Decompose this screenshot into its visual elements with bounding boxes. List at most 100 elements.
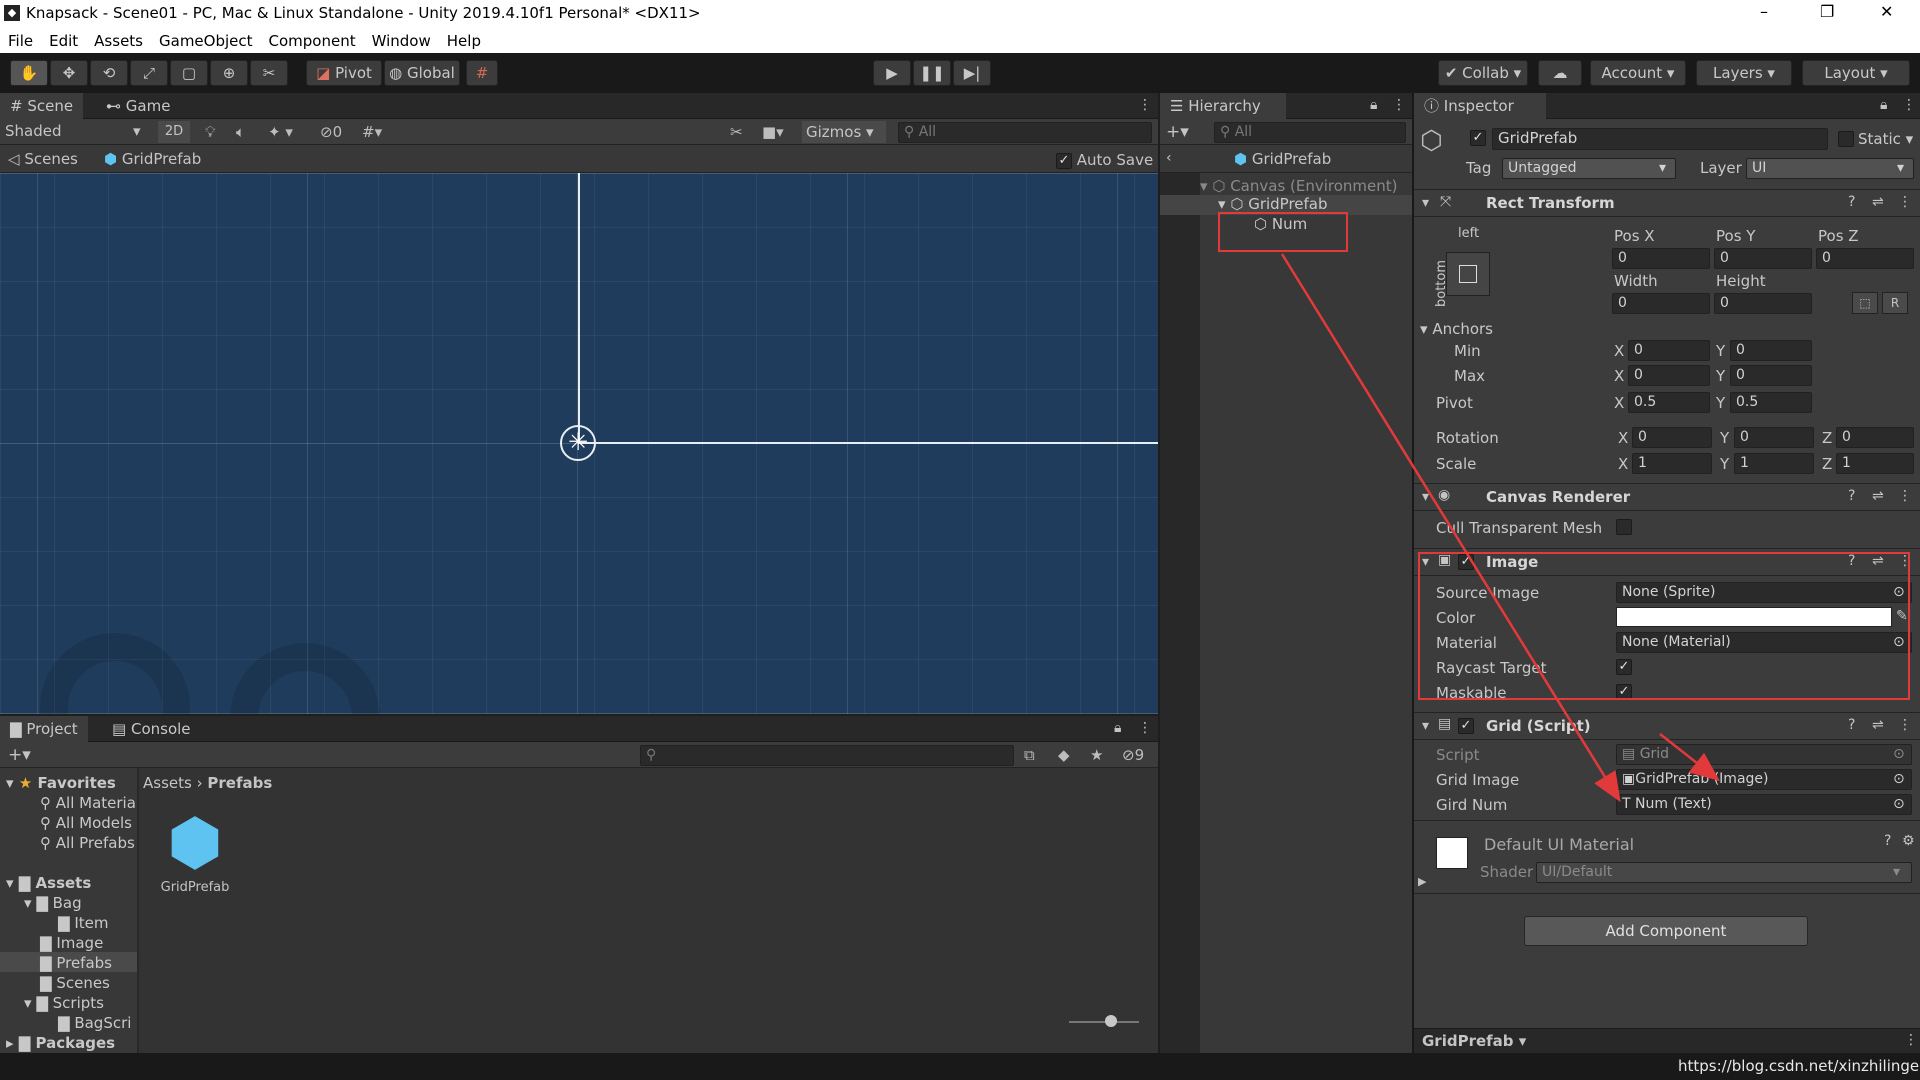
scene-search-input[interactable]: ⚲ All (898, 122, 1152, 143)
presets-icon[interactable]: ⇌ (1872, 717, 1884, 733)
breadcrumb-assets[interactable]: Assets (143, 774, 192, 792)
rotate-tool-icon[interactable]: ⟲ (90, 60, 128, 86)
more-options-icon[interactable]: ⋮ (1904, 1032, 1918, 1048)
breadcrumb-prefabs[interactable]: Prefabs (207, 774, 272, 792)
folder-item[interactable]: ▾ ▇ Scripts (24, 994, 104, 1012)
grid-enabled-checkbox[interactable]: ✓ (1458, 718, 1474, 734)
create-plus-icon[interactable]: +▾ (8, 745, 31, 765)
layers-dropdown[interactable]: Layers ▾ (1696, 60, 1792, 86)
tag-dropdown[interactable]: Untagged ▾ (1502, 158, 1676, 179)
hidden-packages-toggle[interactable]: ⊘9 (1122, 748, 1144, 763)
more-options-icon[interactable]: ⋮ (1898, 717, 1912, 733)
pivot-y-input[interactable]: 0.5 (1730, 392, 1812, 413)
more-options-icon[interactable]: ⋮ (1898, 488, 1912, 504)
step-button[interactable]: ▶| (953, 60, 991, 86)
more-options-icon[interactable]: ⋮ (1138, 97, 1152, 113)
grid-num-field[interactable]: T Num (Text) ⊙ (1616, 794, 1912, 815)
play-button[interactable]: ▶ (873, 60, 911, 86)
expand-arrow-icon[interactable]: ▶ (1418, 875, 1426, 888)
scale-z-input[interactable]: 1 (1836, 453, 1914, 474)
tab-console[interactable]: ▤ Console (102, 716, 201, 742)
menu-help[interactable]: Help (439, 28, 489, 50)
menu-component[interactable]: Component (261, 28, 364, 50)
scale-tool-icon[interactable]: ⤢ (130, 60, 168, 86)
effects-icon[interactable]: ✦ ▾ (268, 125, 293, 140)
menu-edit[interactable]: Edit (41, 28, 86, 50)
hierarchy-search-input[interactable]: ⚲ All (1214, 122, 1406, 143)
canvas-renderer-header[interactable]: ▾ ◉ Canvas Renderer ? ⇌ ⋮ (1414, 483, 1920, 511)
tab-scene[interactable]: # Scene (0, 93, 84, 119)
folder-item[interactable]: ▇ Scenes (40, 974, 110, 992)
help-icon[interactable]: ? (1884, 833, 1891, 849)
help-icon[interactable]: ? (1848, 194, 1855, 210)
icon-size-slider[interactable] (1069, 1015, 1139, 1027)
move-tool-icon[interactable]: ✥ (50, 60, 88, 86)
menu-file[interactable]: File (0, 28, 41, 50)
crumb-prefab[interactable]: ⬢ GridPrefab (104, 150, 201, 168)
tree-packages[interactable]: ▸ ▇ Packages (6, 1034, 115, 1052)
anchor-min-y-input[interactable]: 0 (1730, 340, 1812, 361)
auto-save-checkbox[interactable]: ✓ (1056, 152, 1072, 169)
filter-type-icon[interactable]: ⧉ (1024, 748, 1035, 763)
tab-project[interactable]: ▇ Project (0, 716, 88, 742)
presets-icon[interactable]: ⇌ (1872, 488, 1884, 504)
anchor-max-x-input[interactable]: 0 (1628, 365, 1710, 386)
anchors-foldout[interactable]: ▾ Anchors (1420, 320, 1493, 338)
transform-tool-icon[interactable]: ⊕ (210, 60, 248, 86)
help-icon[interactable]: ? (1848, 488, 1855, 504)
pivot-x-input[interactable]: 0.5 (1628, 392, 1710, 413)
pause-button[interactable]: ❚❚ (913, 60, 951, 86)
folder-item[interactable]: ▇ Item (58, 914, 108, 932)
width-input[interactable]: 0 (1612, 293, 1710, 314)
rotation-z-input[interactable]: 0 (1836, 427, 1914, 448)
raw-edit-button[interactable]: R (1882, 292, 1908, 314)
footer-object-dropdown[interactable]: GridPrefab ▾ (1422, 1032, 1526, 1050)
maximize-button[interactable]: ❐ (1820, 2, 1834, 21)
scale-x-input[interactable]: 1 (1632, 453, 1712, 474)
grid-icon[interactable]: #▾ (362, 125, 382, 140)
object-name-input[interactable]: GridPrefab (1492, 128, 1828, 150)
crumb-scenes[interactable]: ◁ Scenes (8, 150, 78, 168)
static-dropdown[interactable]: Static ▾ (1858, 130, 1913, 148)
pos-y-input[interactable]: 0 (1714, 248, 1812, 269)
add-component-button[interactable]: Add Component (1524, 916, 1808, 946)
asset-item[interactable]: ⬢ GridPrefab (153, 806, 237, 906)
close-button[interactable]: ✕ (1880, 2, 1893, 21)
lighting-icon[interactable]: 💡︎ (205, 125, 216, 140)
help-icon[interactable]: ? (1848, 717, 1855, 733)
grid-image-field[interactable]: ▣GridPrefab (Image) ⊙ (1616, 769, 1912, 790)
more-options-icon[interactable]: ⋮ (1902, 97, 1916, 113)
shading-mode-dropdown[interactable]: Shaded ▾ (5, 122, 147, 140)
static-checkbox[interactable] (1838, 131, 1854, 147)
rect-transform-header[interactable]: ▾ ⤧ Rect Transform ? ⇌ ⋮ (1414, 189, 1920, 217)
lock-icon[interactable]: 🔒︎ (1370, 97, 1377, 113)
settings-gear-icon[interactable]: ⚙ (1902, 833, 1915, 849)
object-picker-icon[interactable]: ⊙ (1893, 795, 1905, 814)
tab-game[interactable]: ⊷ Game (96, 93, 180, 119)
tools-icon[interactable]: ✂ (730, 125, 743, 140)
tree-item-gridprefab[interactable]: ▾ ⬡ GridPrefab (1218, 195, 1328, 213)
favorite-item[interactable]: ⚲ All Prefabs (40, 834, 135, 852)
height-input[interactable]: 0 (1714, 293, 1812, 314)
cull-mesh-checkbox[interactable] (1616, 519, 1632, 535)
menu-window[interactable]: Window (364, 28, 439, 50)
anchor-min-x-input[interactable]: 0 (1628, 340, 1710, 361)
global-toggle[interactable]: ◍ Global (384, 60, 460, 86)
folder-item[interactable]: ▇ Image (40, 934, 103, 952)
rect-tool-icon[interactable]: ▢ (170, 60, 208, 86)
scale-y-input[interactable]: 1 (1734, 453, 1814, 474)
more-options-icon[interactable]: ⋮ (1138, 720, 1152, 736)
shader-dropdown[interactable]: UI/Default ▾ (1536, 862, 1912, 883)
anchor-presets-button[interactable] (1446, 252, 1490, 296)
folder-item-prefabs[interactable]: ▇ Prefabs (40, 954, 112, 972)
slider-thumb[interactable] (1105, 1015, 1117, 1027)
lock-icon[interactable]: 🔒︎ (1114, 720, 1121, 736)
grid-snap-icon[interactable]: # (466, 60, 498, 86)
account-dropdown[interactable]: Account ▾ (1590, 60, 1686, 86)
grid-script-header[interactable]: ▾ ▤ ✓ Grid (Script) ? ⇌ ⋮ (1414, 712, 1920, 740)
menu-assets[interactable]: Assets (86, 28, 151, 50)
pos-z-input[interactable]: 0 (1816, 248, 1914, 269)
tree-assets[interactable]: ▾ ▇ Assets (6, 874, 91, 892)
project-search-input[interactable]: ⚲ (640, 745, 1014, 766)
lock-icon[interactable]: 🔒︎ (1880, 97, 1887, 113)
